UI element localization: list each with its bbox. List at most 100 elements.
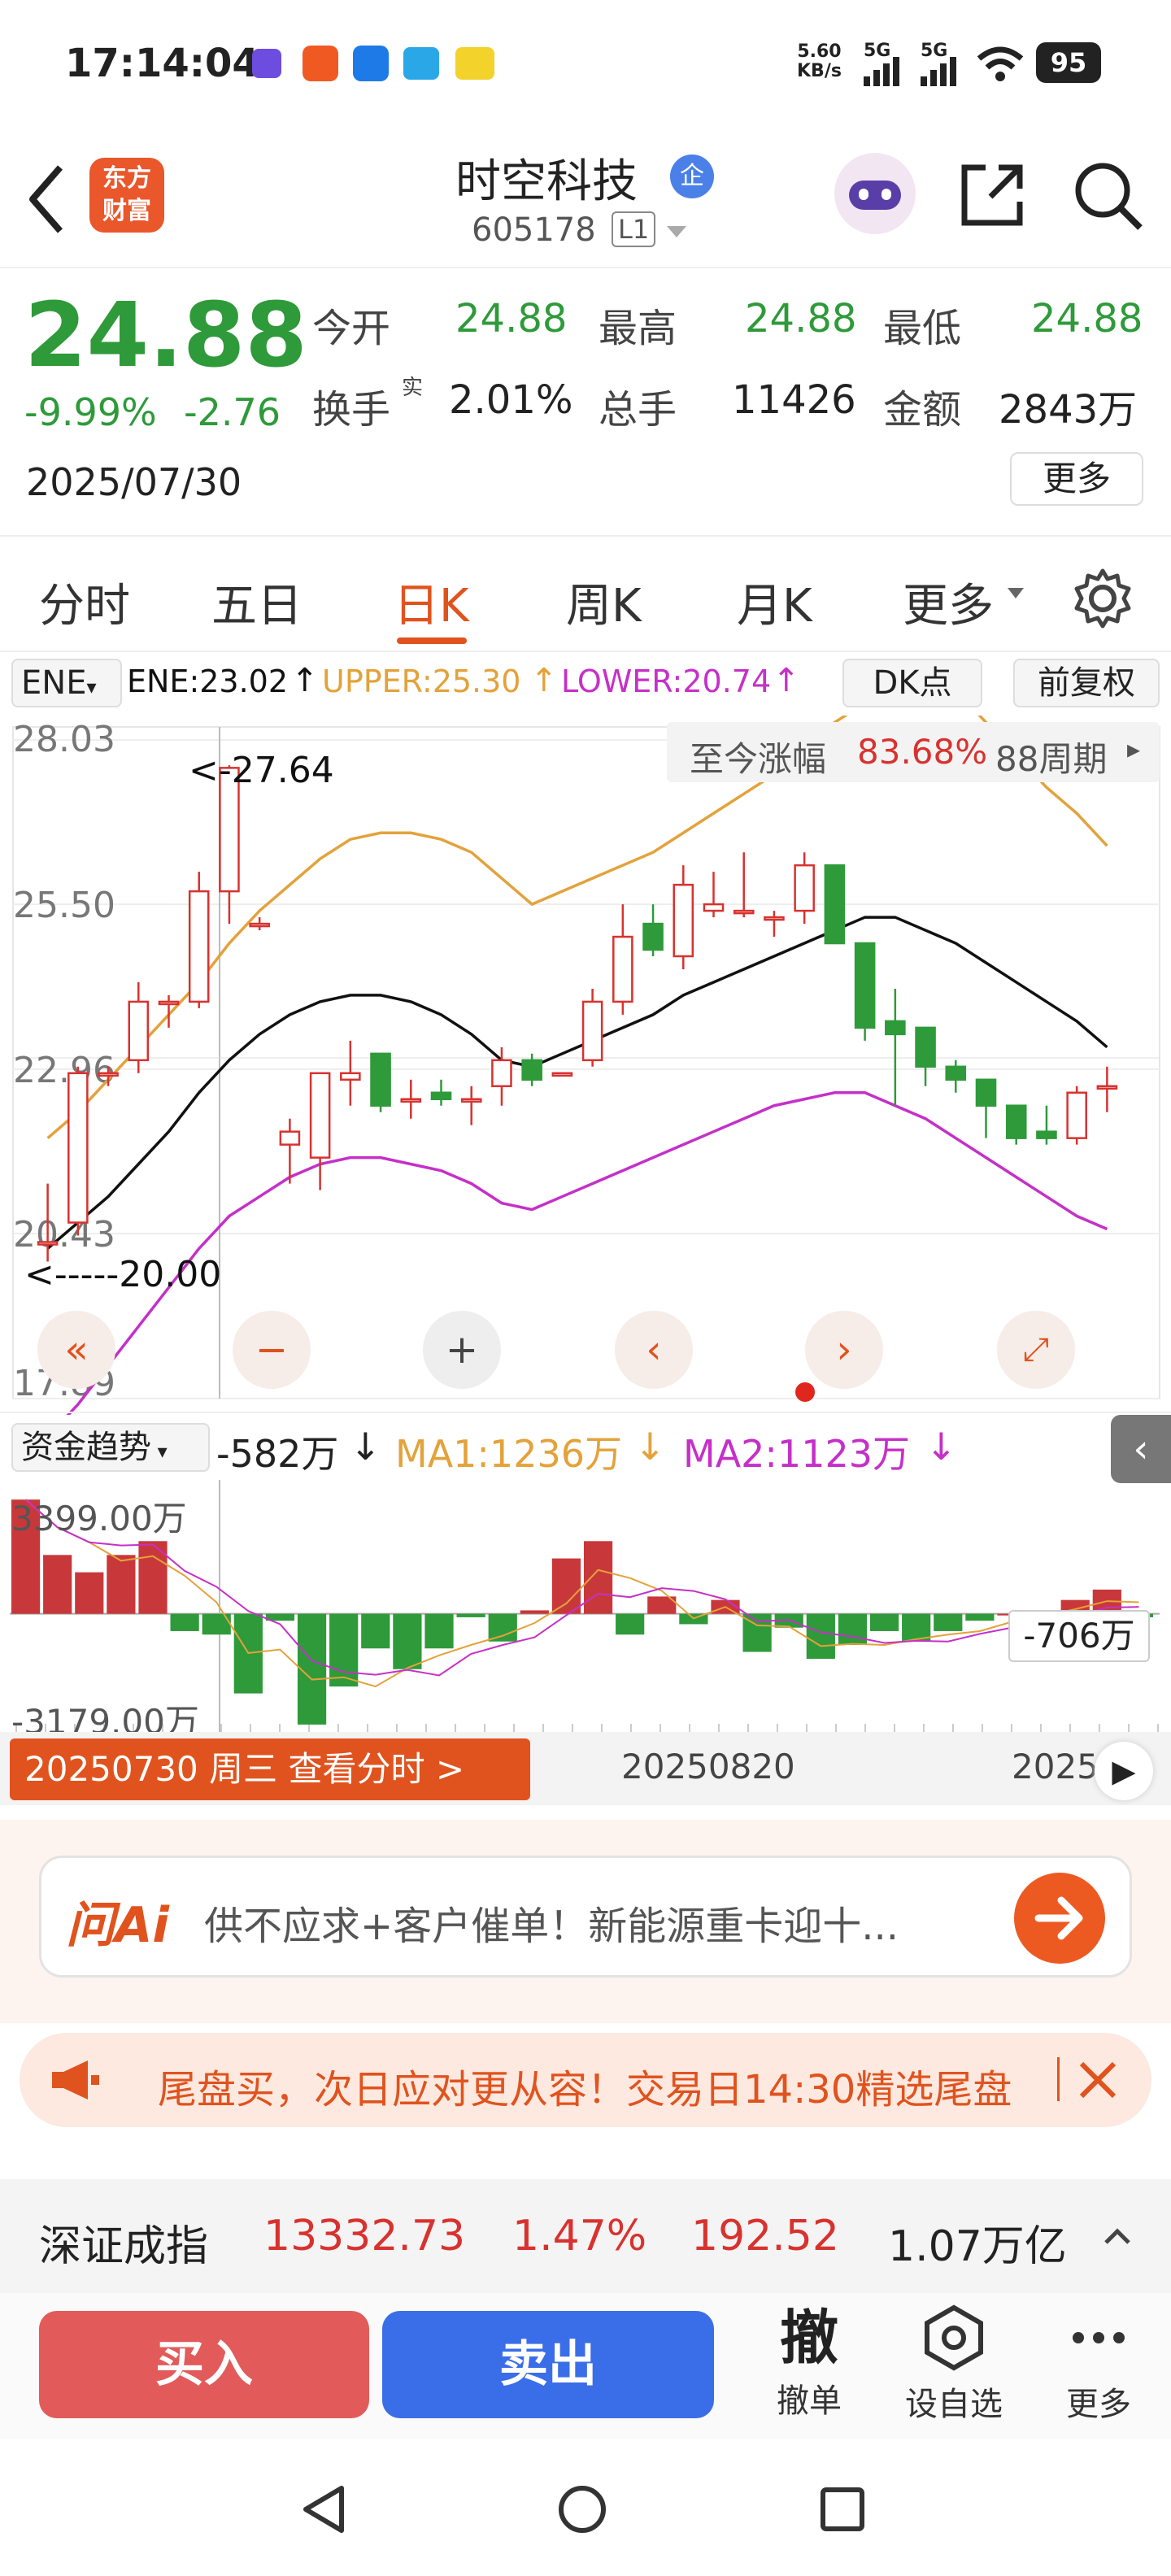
candle[interactable] bbox=[703, 903, 725, 912]
fund-bar[interactable] bbox=[551, 1558, 581, 1614]
fund-bar[interactable] bbox=[488, 1613, 517, 1642]
candle[interactable] bbox=[975, 1078, 997, 1107]
scroll-left-icon[interactable]: ‹ bbox=[615, 1311, 693, 1389]
fund-bar[interactable] bbox=[456, 1613, 485, 1617]
chevron-down-icon[interactable] bbox=[665, 224, 688, 239]
buy-button[interactable]: 买入 bbox=[39, 2311, 369, 2418]
scroll-right-icon[interactable]: › bbox=[805, 1311, 883, 1389]
fund-bar[interactable] bbox=[393, 1613, 422, 1669]
candle[interactable] bbox=[612, 935, 633, 1003]
tab-intraday[interactable]: 分时 bbox=[39, 569, 130, 635]
send-button[interactable] bbox=[1014, 1873, 1105, 1964]
chevron-down-icon[interactable] bbox=[1007, 587, 1025, 600]
candle[interactable] bbox=[764, 916, 785, 921]
fund-indicator-select[interactable]: 资金趋势 ▾ bbox=[11, 1423, 210, 1472]
candle[interactable] bbox=[400, 1098, 422, 1103]
zoom-out-icon[interactable]: − bbox=[233, 1311, 311, 1389]
candle[interactable] bbox=[945, 1065, 967, 1081]
fund-bar[interactable] bbox=[43, 1555, 72, 1614]
tab-weekly-k[interactable]: 周K bbox=[566, 569, 642, 635]
collapse-panel-icon[interactable]: ‹ bbox=[1111, 1415, 1171, 1483]
candle[interactable] bbox=[430, 1091, 452, 1100]
fund-bar[interactable] bbox=[329, 1613, 359, 1687]
back-icon[interactable] bbox=[24, 163, 65, 236]
promo-banner[interactable]: 尾盘买，次日应对更从容！交易日14:30精选尾盘 bbox=[20, 2033, 1151, 2127]
gear-icon[interactable] bbox=[1070, 566, 1135, 631]
close-icon[interactable] bbox=[1073, 2056, 1122, 2104]
candle[interactable] bbox=[551, 1072, 573, 1077]
fund-bar[interactable] bbox=[616, 1613, 645, 1635]
fund-bar[interactable] bbox=[869, 1613, 899, 1631]
candle[interactable] bbox=[309, 1072, 331, 1159]
candle[interactable] bbox=[158, 1000, 180, 1006]
chevron-up-icon[interactable] bbox=[1103, 2226, 1132, 2246]
play-icon[interactable]: ▶ bbox=[1095, 1742, 1153, 1800]
candle[interactable] bbox=[794, 864, 815, 912]
add-watchlist-button[interactable]: 设自选 bbox=[893, 2301, 1015, 2425]
k-chart[interactable]: 28.0325.5022.9620.4317.89 bbox=[0, 716, 1171, 1415]
candle[interactable] bbox=[128, 1000, 150, 1062]
scroll-left-fast-icon[interactable]: « bbox=[37, 1311, 115, 1389]
candle[interactable] bbox=[98, 1072, 119, 1077]
sell-button[interactable]: 卖出 bbox=[382, 2311, 714, 2418]
tab-more[interactable]: 更多 bbox=[903, 569, 994, 635]
index-ticker[interactable]: 深证成指 13332.73 1.47% 192.52 1.07万亿 bbox=[0, 2179, 1171, 2293]
candle[interactable] bbox=[279, 1130, 301, 1146]
fullscreen-icon[interactable]: ⤢ bbox=[997, 1311, 1075, 1389]
candle[interactable] bbox=[67, 1072, 89, 1224]
price-adjust-button[interactable]: 前复权 bbox=[1013, 659, 1160, 707]
dk-point-button[interactable]: DK点 bbox=[842, 659, 982, 707]
candle[interactable] bbox=[885, 1020, 906, 1036]
view-intraday-button[interactable]: 20250730 周三 查看分时 > bbox=[10, 1738, 530, 1800]
candle[interactable] bbox=[370, 1052, 391, 1107]
event-dot[interactable] bbox=[795, 1382, 815, 1402]
candle[interactable] bbox=[340, 1072, 361, 1081]
cumulative-change-box[interactable]: 至今涨幅 83.68% 88周期 ▸ bbox=[667, 722, 1160, 782]
fund-bar[interactable] bbox=[75, 1572, 104, 1614]
fund-bar[interactable] bbox=[424, 1613, 454, 1649]
tab-daily-k[interactable]: 日K bbox=[394, 569, 469, 635]
assistant-avatar[interactable] bbox=[834, 153, 916, 234]
candle[interactable] bbox=[581, 1000, 603, 1062]
nav-home-icon[interactable] bbox=[556, 2483, 608, 2535]
tab-five-day[interactable]: 五日 bbox=[211, 569, 303, 635]
candle[interactable] bbox=[37, 1241, 59, 1246]
search-icon[interactable] bbox=[1072, 159, 1145, 233]
candle[interactable] bbox=[1096, 1085, 1118, 1090]
candle[interactable] bbox=[1005, 1104, 1027, 1139]
candle[interactable] bbox=[673, 883, 694, 958]
candle[interactable] bbox=[521, 1059, 542, 1081]
fund-bar[interactable] bbox=[520, 1610, 549, 1614]
fund-bar[interactable] bbox=[583, 1541, 613, 1614]
candle[interactable] bbox=[1066, 1091, 1087, 1139]
fund-bar[interactable] bbox=[170, 1613, 199, 1631]
zoom-in-icon[interactable]: + bbox=[423, 1311, 501, 1389]
candle[interactable] bbox=[733, 909, 755, 915]
candle[interactable] bbox=[1036, 1130, 1057, 1139]
more-actions-button[interactable]: 更多 bbox=[1054, 2301, 1143, 2425]
candle[interactable] bbox=[188, 890, 210, 1003]
candle[interactable] bbox=[824, 864, 846, 945]
brand-logo[interactable]: 东方 财富 bbox=[89, 158, 164, 233]
candle[interactable] bbox=[491, 1059, 512, 1088]
fund-bar[interactable] bbox=[107, 1555, 136, 1614]
more-quote-button[interactable]: 更多 bbox=[1010, 452, 1143, 506]
cancel-order-button[interactable]: 撤 撤单 bbox=[773, 2301, 846, 2422]
nav-back-icon[interactable] bbox=[299, 2483, 348, 2535]
ask-ai-input[interactable]: 问Ai 供不应求+客户催单！新能源重卡迎十... bbox=[39, 1856, 1132, 1978]
candle[interactable] bbox=[642, 922, 664, 951]
fund-bar[interactable] bbox=[806, 1613, 835, 1660]
candle[interactable] bbox=[915, 1026, 936, 1068]
candle[interactable] bbox=[249, 922, 270, 928]
share-icon[interactable] bbox=[958, 159, 1028, 229]
fund-bar[interactable] bbox=[361, 1613, 390, 1649]
fund-bar[interactable] bbox=[934, 1613, 963, 1631]
fund-bar[interactable] bbox=[965, 1613, 995, 1621]
fund-bar[interactable] bbox=[838, 1613, 868, 1645]
tab-monthly-k[interactable]: 月K bbox=[737, 569, 812, 635]
candle[interactable] bbox=[460, 1098, 482, 1103]
level-badge[interactable]: L1 bbox=[612, 211, 656, 247]
nav-recents-icon[interactable] bbox=[818, 2485, 867, 2534]
candle[interactable] bbox=[854, 942, 876, 1029]
indicator-select[interactable]: ENE▾ bbox=[11, 659, 122, 707]
